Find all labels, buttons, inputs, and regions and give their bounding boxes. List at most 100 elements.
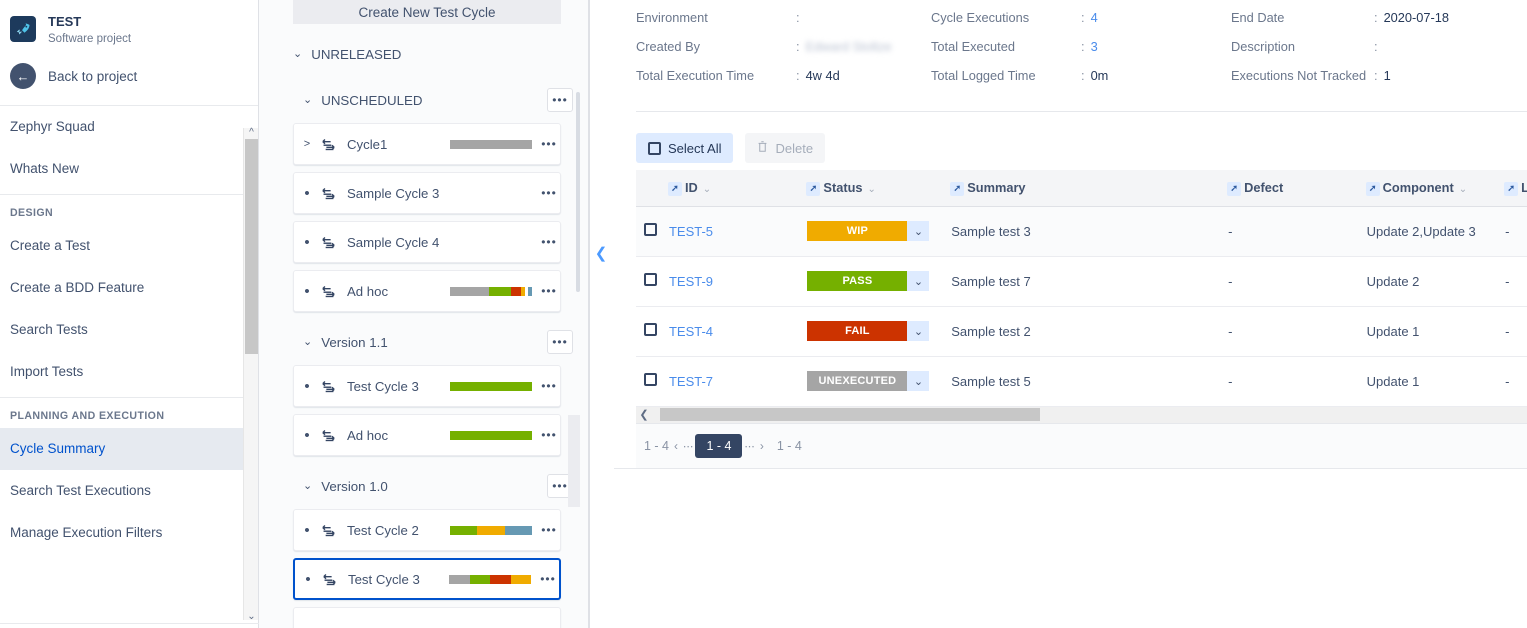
cycle-menu-button[interactable]: ••• <box>538 284 560 298</box>
chevron-left-icon[interactable]: ❮ <box>593 242 609 264</box>
cycle-status-bar <box>450 430 532 440</box>
cycle-item-test-cycle-2-v10[interactable]: Test Cycle 2 ••• <box>293 509 561 551</box>
tree-scrollbar[interactable] <box>576 92 580 292</box>
header-id[interactable]: ➚ ID ⌄ <box>667 170 807 207</box>
cell-summary: Sample test 5 <box>950 356 1228 407</box>
test-id-link[interactable]: TEST-7 <box>669 374 713 389</box>
cell-summary: Sample test 7 <box>950 256 1228 307</box>
chevron-down-icon[interactable]: ⌄ <box>1459 184 1467 195</box>
cycle-menu-button[interactable]: ••• <box>538 186 560 200</box>
status-control[interactable]: WIP ⌄ <box>807 221 949 241</box>
cycle-item-ad-hoc-v11[interactable]: Ad hoc ••• <box>293 414 561 456</box>
table-row[interactable]: TEST-9 PASS ⌄ Sample test 7 - Update 2 - <box>636 256 1527 307</box>
test-id-link[interactable]: TEST-9 <box>669 274 713 289</box>
expand-chevron-right-icon[interactable]: > <box>294 138 320 150</box>
tree-scroll-thumb[interactable] <box>568 415 580 507</box>
cell-component: Update 2 <box>1365 256 1505 307</box>
create-new-test-cycle-button[interactable]: Create New Test Cycle <box>293 0 561 24</box>
cell-label: - <box>1504 256 1527 307</box>
chevron-down-icon[interactable]: ⌄ <box>907 321 930 341</box>
cycle-menu-button[interactable]: ••• <box>538 523 560 537</box>
table-horizontal-scrollbar[interactable]: ❮ ❯ <box>636 406 1527 424</box>
sidebar-item-whats-new[interactable]: Whats New <box>0 148 258 190</box>
chevron-down-icon[interactable]: ⌄ <box>907 271 930 291</box>
sidebar-item-cycle-summary[interactable]: Cycle Summary <box>0 428 258 470</box>
chevron-down-icon[interactable]: ⌄ <box>907 221 930 241</box>
cycle-menu-button[interactable]: ••• <box>537 572 559 586</box>
cycle-icon <box>320 378 340 395</box>
table-row[interactable]: TEST-5 WIP ⌄ Sample test 3 - Update 2,Up… <box>636 206 1527 257</box>
cycle-item-sample-cycle-3[interactable]: Sample Cycle 3 ••• <box>293 172 561 214</box>
cycle-menu-button[interactable]: ••• <box>538 235 560 249</box>
pagination-prev-button[interactable]: ‹ <box>674 439 678 453</box>
header-summary[interactable]: ➚ Summary <box>950 170 1228 207</box>
cycle-item-ad-hoc-unscheduled[interactable]: Ad hoc ••• <box>293 270 561 312</box>
tree-group-version-1-1[interactable]: ⌄ Version 1.1 ••• <box>281 326 573 358</box>
chevron-down-icon[interactable]: ⌄ <box>907 371 930 391</box>
sidebar-scrollbar[interactable]: ^ ⌄ <box>243 127 259 622</box>
cycle-item-test-cycle-3-v10-selected[interactable]: Test Cycle 3 ••• <box>293 558 561 600</box>
tree-group-version-1-0[interactable]: ⌄ Version 1.0 ••• <box>281 470 573 502</box>
chevron-down-icon[interactable]: ⌄ <box>868 184 876 195</box>
sidebar-item-search-test-executions[interactable]: Search Test Executions <box>0 470 258 512</box>
header-component[interactable]: ➚ Component ⌄ <box>1365 170 1505 207</box>
bullet-icon <box>294 234 320 251</box>
pagination-current-page[interactable]: 1 - 4 <box>695 433 743 458</box>
bullet-icon <box>294 283 320 300</box>
status-control[interactable]: PASS ⌄ <box>807 271 949 291</box>
hscroll-thumb[interactable] <box>660 408 1040 421</box>
chevron-down-icon[interactable]: ⌄ <box>703 184 711 195</box>
bullet-icon <box>294 427 320 444</box>
cycle-item-sample-cycle-4[interactable]: Sample Cycle 4 ••• <box>293 221 561 263</box>
info-value-total-executed[interactable]: 3 <box>1091 39 1098 54</box>
sidebar-item-zephyr-squad[interactable]: Zephyr Squad <box>0 106 258 148</box>
cycle-item-partial[interactable] <box>293 607 561 628</box>
scroll-left-icon[interactable]: ❮ <box>636 408 652 421</box>
tree-group-menu-button[interactable]: ••• <box>547 88 573 112</box>
sidebar-item-manage-execution-filters[interactable]: Manage Execution Filters <box>0 512 258 554</box>
sidebar-item-search-tests[interactable]: Search Tests <box>0 309 258 351</box>
hscroll-track[interactable] <box>652 408 1527 421</box>
sidebar-item-create-bdd-feature[interactable]: Create a BDD Feature <box>0 267 258 309</box>
cell-status: PASS ⌄ <box>806 256 951 307</box>
header-status[interactable]: ➚ Status ⌄ <box>806 170 951 207</box>
pin-icon: ➚ <box>1365 181 1380 196</box>
info-value-cycle-executions[interactable]: 4 <box>1091 10 1098 25</box>
back-to-project-button[interactable]: ← Back to project <box>0 51 258 101</box>
info-value-total-execution-time: 4w 4d <box>805 68 840 83</box>
table-row[interactable]: TEST-4 FAIL ⌄ Sample test 2 - Update 1 - <box>636 306 1527 357</box>
cycle-status-bar <box>450 381 532 391</box>
test-id-link[interactable]: TEST-4 <box>669 324 713 339</box>
row-checkbox[interactable] <box>644 323 657 336</box>
delete-button[interactable]: Delete <box>745 133 826 163</box>
status-control[interactable]: UNEXECUTED ⌄ <box>807 371 949 391</box>
tree-group-unscheduled[interactable]: ⌄ UNSCHEDULED ••• <box>281 84 573 116</box>
tree-group-menu-button[interactable]: ••• <box>547 330 573 354</box>
test-id-link[interactable]: TEST-5 <box>669 224 713 239</box>
table-row[interactable]: TEST-7 UNEXECUTED ⌄ Sample test 5 - Upda… <box>636 356 1527 407</box>
row-checkbox[interactable] <box>644 223 657 236</box>
cycle-menu-button[interactable]: ••• <box>538 428 560 442</box>
tree-group-unreleased[interactable]: ⌄ UNRELEASED <box>281 38 573 70</box>
sidebar-section-design: DESIGN <box>10 207 54 219</box>
scroll-up-icon[interactable]: ^ <box>244 127 259 138</box>
header-defect[interactable]: ➚ Defect <box>1227 170 1366 207</box>
row-checkbox[interactable] <box>644 373 657 386</box>
info-row-cycle-executions: Cycle Executions : 4 <box>931 10 1231 39</box>
status-control[interactable]: FAIL ⌄ <box>807 321 949 341</box>
cycle-menu-button[interactable]: ••• <box>538 137 560 151</box>
row-checkbox[interactable] <box>644 273 657 286</box>
cycle-item-cycle1[interactable]: > Cycle1 ••• <box>293 123 561 165</box>
pagination-next-button[interactable]: › <box>760 439 764 453</box>
select-all-button[interactable]: Select All <box>636 133 734 163</box>
header-label[interactable]: ➚Label⌄ <box>1504 170 1527 207</box>
cycle-item-test-cycle-3-v11[interactable]: Test Cycle 3 ••• <box>293 365 561 407</box>
status-badge: UNEXECUTED <box>807 371 908 391</box>
sidebar-scroll-thumb[interactable] <box>245 139 258 354</box>
sidebar-item-create-a-test[interactable]: Create a Test <box>0 225 258 267</box>
pagination-range-left: 1 - 4 <box>644 438 670 453</box>
sidebar-item-import-tests[interactable]: Import Tests <box>0 351 258 393</box>
scroll-down-icon[interactable]: ⌄ <box>244 611 259 622</box>
cycle-menu-button[interactable]: ••• <box>538 379 560 393</box>
cycle-icon <box>320 283 340 300</box>
